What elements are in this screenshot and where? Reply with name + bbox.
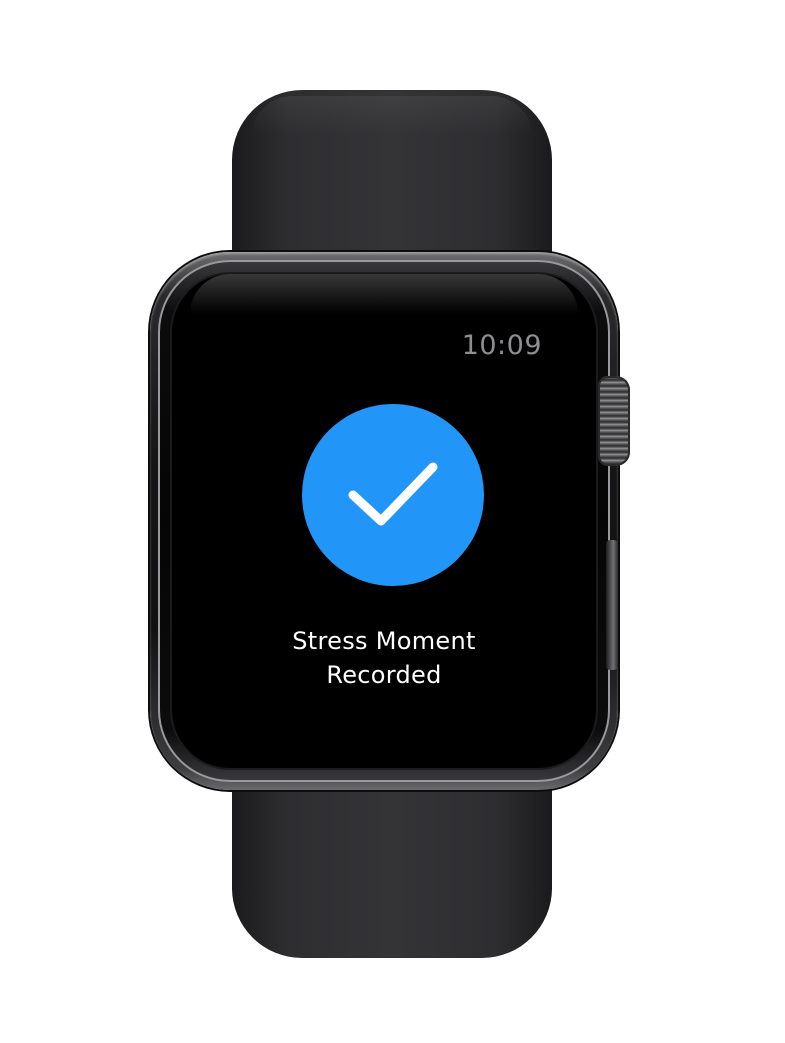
- status-time: 10:09: [461, 330, 542, 361]
- confirmation-line-2: Recorded: [326, 661, 442, 689]
- side-button[interactable]: [606, 540, 618, 670]
- confirmation-line-1: Stress Moment: [292, 627, 476, 655]
- watch-screen: 10:09 Stress Moment Recorded: [172, 274, 596, 768]
- confirmation-badge: [302, 404, 484, 586]
- confirmation-message: Stress Moment Recorded: [172, 624, 596, 692]
- checkmark-icon: [348, 462, 438, 526]
- digital-crown[interactable]: [598, 376, 630, 466]
